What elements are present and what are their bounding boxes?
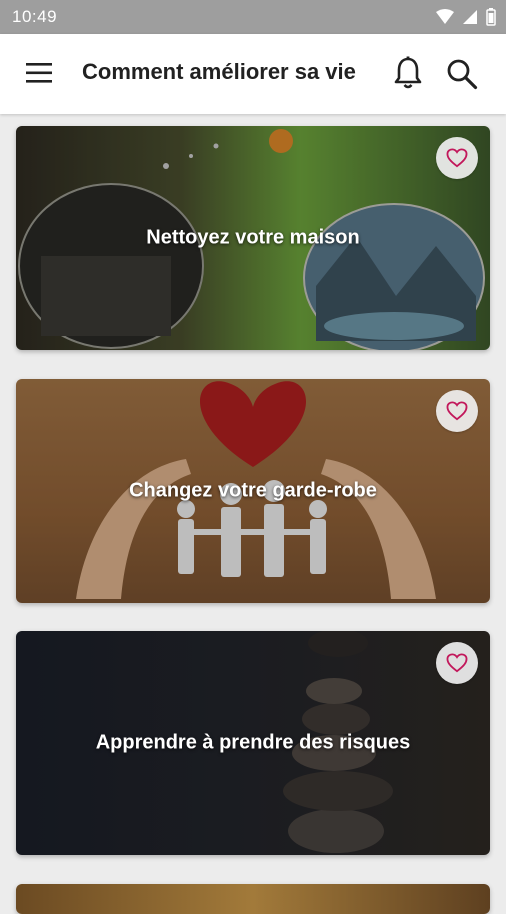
card-title: Changez votre garde-robe <box>129 479 377 502</box>
page-title: Comment améliorer sa vie <box>82 59 356 84</box>
bell-icon[interactable] <box>392 56 424 90</box>
card-wardrobe[interactable]: Changez votre garde-robe <box>16 379 490 603</box>
card-title: Apprendre à prendre des risques <box>95 731 411 754</box>
status-time: 10:49 <box>12 7 58 26</box>
heart-outline-icon <box>446 653 468 673</box>
wifi-icon <box>436 9 454 24</box>
status-icons <box>436 8 496 26</box>
status-bar: 10:49 <box>0 0 506 34</box>
favorite-button[interactable] <box>436 642 478 684</box>
hamburger-menu-icon[interactable] <box>26 62 54 84</box>
battery-icon <box>486 8 496 26</box>
card-take-risks[interactable]: Apprendre à prendre des risques <box>16 631 490 855</box>
search-icon[interactable] <box>446 58 478 90</box>
card-partial[interactable] <box>16 884 490 914</box>
heart-outline-icon <box>446 148 468 168</box>
app-bar: Comment améliorer sa vie <box>0 34 506 114</box>
favorite-button[interactable] <box>436 137 478 179</box>
card-clean-house[interactable]: Nettoyez votre maison <box>16 126 490 350</box>
signal-icon <box>463 10 477 24</box>
heart-outline-icon <box>446 401 468 421</box>
favorite-button[interactable] <box>436 390 478 432</box>
card-title: Nettoyez votre maison <box>146 226 360 249</box>
